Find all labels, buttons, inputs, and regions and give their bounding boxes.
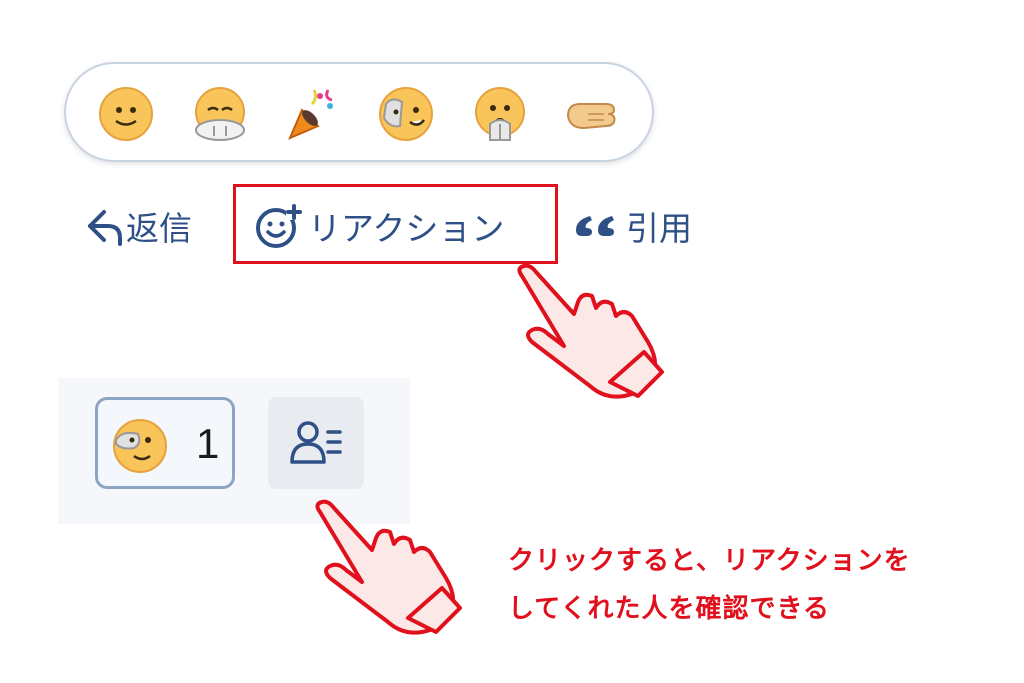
smirk-face-icon[interactable] [378,86,434,142]
reply-label: 返信 [126,209,192,248]
party-popper-icon[interactable] [284,86,340,142]
reaction-chip[interactable]: 1 [95,397,235,489]
reaction-count: 1 [196,420,220,467]
quote-label: 引用 [626,209,692,248]
quote-icon [576,216,614,236]
annotation-line-1: クリックすると、リアクションを [508,546,911,576]
smile-face-icon[interactable] [98,86,154,142]
pointing-hand-annotation-icon [315,499,462,635]
reply-arrow-icon [88,210,122,246]
reply-button[interactable]: 返信 [82,196,192,256]
quote-button[interactable]: 引用 [574,196,692,256]
user-list-icon [290,421,342,464]
reaction-highlight-box [233,184,558,264]
pointing-hand-annotation-icon [517,263,664,399]
surprised-face-icon[interactable] [472,86,528,142]
crying-face-icon[interactable] [192,86,248,142]
smirk-face-icon [113,419,167,473]
annotation-line-2: してくれた人を確認できる [508,594,830,624]
pointing-hand-icon[interactable] [564,86,620,142]
reacted-users-button[interactable] [268,397,364,489]
